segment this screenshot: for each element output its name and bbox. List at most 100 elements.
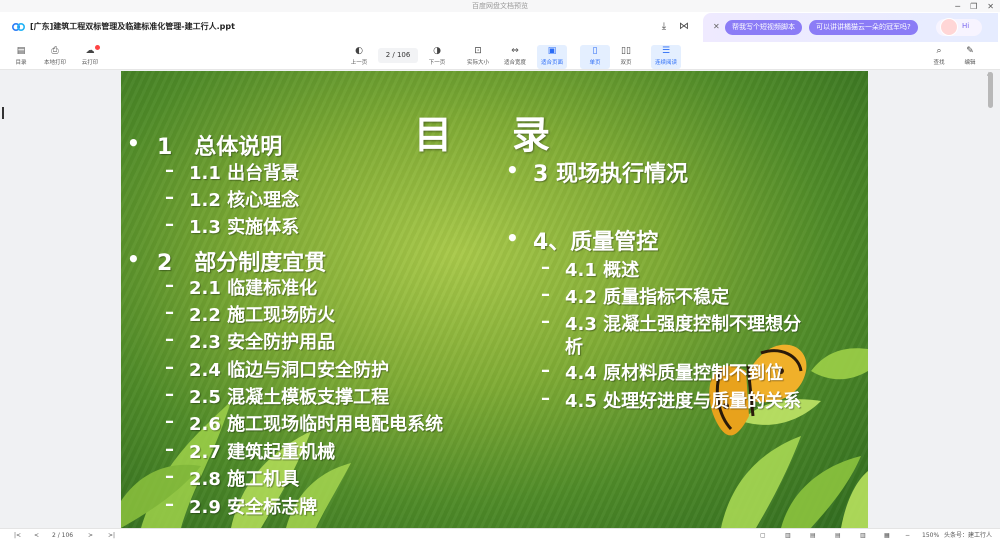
- minimize-icon[interactable]: ─: [955, 2, 960, 11]
- ai-hi-label: Hi: [962, 22, 970, 30]
- dash-icon: –: [165, 357, 174, 378]
- close-icon[interactable]: ✕: [987, 2, 994, 11]
- fit-page-icon: ▣: [547, 46, 557, 56]
- toc-item: 2.7 建筑起重机械: [189, 442, 336, 463]
- dash-icon: –: [165, 302, 174, 323]
- fit-width-button[interactable]: ⇔ 适合宽度: [500, 45, 530, 69]
- toc-item: 1.1 出台背景: [189, 163, 300, 184]
- zoom-level[interactable]: 150%: [922, 530, 939, 541]
- toc-item: 1.3 实施体系: [189, 217, 300, 238]
- toc-item: 1.2 核心理念: [189, 190, 300, 211]
- vertical-scrollbar-thumb[interactable]: [988, 72, 993, 108]
- share-icon[interactable]: ⋈: [677, 20, 691, 34]
- dash-icon: –: [165, 329, 174, 350]
- window-title: 百度网盘文档预览: [472, 2, 528, 10]
- next-page-icon[interactable]: >: [88, 530, 93, 541]
- toc-item: 2.3 安全防护用品: [189, 332, 336, 353]
- bullet-icon: •: [506, 158, 519, 182]
- arrow-down-circle-icon: ◑: [433, 46, 441, 56]
- dash-icon: –: [165, 275, 174, 296]
- window-titlebar: 百度网盘文档预览 ─ ❐ ✕: [0, 0, 1000, 12]
- local-print-button[interactable]: ⎙ 本地打印: [40, 45, 70, 69]
- restore-icon[interactable]: ❐: [970, 2, 977, 11]
- toc-item: 2 部分制度宜贯: [157, 251, 327, 276]
- dash-icon: –: [165, 494, 174, 515]
- search-icon: ⌕: [936, 46, 942, 56]
- actual-size-button[interactable]: ⊡ 实际大小: [463, 45, 493, 69]
- text-cursor: [2, 107, 4, 119]
- slide-page: 目录 • 1 总体说明 – 1.1 出台背景 – 1.2 核心理念 – 1.3 …: [121, 71, 868, 528]
- slide-title: 目录: [414, 113, 611, 157]
- toc-item: 2.4 临边与洞口安全防护: [189, 360, 390, 381]
- toc-item: 4.4 原材料质量控制不到位: [565, 363, 784, 384]
- toc-item: 2.1 临建标准化: [189, 278, 318, 299]
- ai-close-icon[interactable]: ✕: [713, 22, 720, 31]
- toc-item: 4.1 概述: [565, 260, 640, 281]
- continuous-read-button[interactable]: ☰ 连续阅读: [651, 45, 681, 69]
- toc-icon: ▤: [16, 46, 26, 56]
- dash-icon: –: [165, 439, 174, 460]
- toc-item: 4.3 混凝土强度控制不理想分: [565, 314, 802, 335]
- toc-item: 3 现场执行情况: [533, 162, 688, 187]
- view-mode-1-icon[interactable]: ▢: [760, 530, 766, 541]
- toc-button[interactable]: ▤ 目录: [6, 45, 36, 69]
- view-mode-3-icon[interactable]: ▤: [810, 530, 816, 541]
- ai-avatar-icon: [940, 18, 958, 36]
- toc-item-continuation: 析: [565, 337, 583, 358]
- dash-icon: –: [541, 284, 550, 305]
- arrow-up-circle-icon: ◐: [355, 46, 363, 56]
- view-mode-5-icon[interactable]: ▥: [860, 530, 866, 541]
- last-page-icon[interactable]: >|: [108, 530, 115, 541]
- download-icon[interactable]: ⤓: [657, 20, 671, 34]
- cloud-print-button[interactable]: ☁ 云打印: [75, 45, 105, 69]
- double-page-button[interactable]: ▯▯ 双页: [611, 45, 641, 69]
- dash-icon: –: [541, 360, 550, 381]
- bullet-icon: •: [127, 131, 140, 155]
- ai-assistant-panel: ✕ 帮我写个短视频脚本 可以讲讲橘猫云一朵的冠军吗? Hi: [703, 13, 998, 43]
- zoom-out-icon[interactable]: −: [905, 530, 910, 541]
- fit-page-button[interactable]: ▣ 适合页面: [537, 45, 567, 69]
- next-page-button[interactable]: ◑ 下一页: [422, 45, 452, 69]
- first-page-icon[interactable]: |<: [14, 530, 21, 541]
- toc-item: 4.2 质量指标不稳定: [565, 287, 730, 308]
- dash-icon: –: [165, 466, 174, 487]
- prev-page-icon[interactable]: <: [34, 530, 39, 541]
- bottom-page-indicator[interactable]: 2 / 106: [52, 530, 73, 541]
- actual-size-icon: ⊡: [474, 46, 482, 56]
- toc-item: 2.8 施工机具: [189, 469, 300, 490]
- toc-item: 2.5 混凝土模板支撑工程: [189, 387, 390, 408]
- printer-icon: ⎙: [51, 46, 59, 56]
- toc-item: 2.2 施工现场防火: [189, 305, 336, 326]
- edit-pen-icon: ✎: [966, 46, 974, 56]
- dash-icon: –: [165, 160, 174, 181]
- search-button[interactable]: ⌕ 查找: [924, 45, 954, 69]
- baidu-netdisk-logo-icon: [12, 23, 25, 31]
- toc-item: 4.5 处理好进度与质量的关系: [565, 391, 802, 412]
- fit-width-icon: ⇔: [511, 46, 519, 56]
- edit-button[interactable]: ✎ 编辑: [955, 45, 985, 69]
- ai-suggestion-chip-1[interactable]: 帮我写个短视频脚本: [725, 20, 802, 35]
- page-number-input[interactable]: 2 / 106: [378, 48, 418, 63]
- file-name: [广东]建筑工程双标管理及临建标准化管理-建工行人.ppt: [30, 22, 235, 31]
- bullet-icon: •: [127, 247, 140, 271]
- dash-icon: –: [541, 311, 550, 332]
- dash-icon: –: [541, 257, 550, 278]
- ai-suggestion-chip-2[interactable]: 可以讲讲橘猫云一朵的冠军吗?: [809, 20, 918, 35]
- toc-item: 1 总体说明: [157, 135, 283, 160]
- double-page-icon: ▯▯: [621, 46, 631, 56]
- dash-icon: –: [541, 388, 550, 409]
- continuous-read-icon: ☰: [661, 46, 671, 56]
- window-controls: ─ ❐ ✕: [955, 0, 994, 12]
- dash-icon: –: [165, 214, 174, 235]
- single-page-button[interactable]: ▯ 单页: [580, 45, 610, 69]
- toc-item: 4、质量管控: [533, 230, 659, 255]
- watermark-text: 头条号：建工行人: [944, 532, 993, 539]
- view-mode-4-icon[interactable]: ▤: [835, 530, 841, 541]
- view-mode-6-icon[interactable]: ▦: [884, 530, 890, 541]
- cloud-printer-icon: ☁: [85, 46, 95, 56]
- prev-page-button[interactable]: ◐ 上一页: [344, 45, 374, 69]
- view-mode-2-icon[interactable]: ▥: [785, 530, 791, 541]
- dash-icon: –: [165, 411, 174, 432]
- toc-item: 2.9 安全标志牌: [189, 497, 318, 518]
- toc-item: 2.6 施工现场临时用电配电系统: [189, 414, 444, 435]
